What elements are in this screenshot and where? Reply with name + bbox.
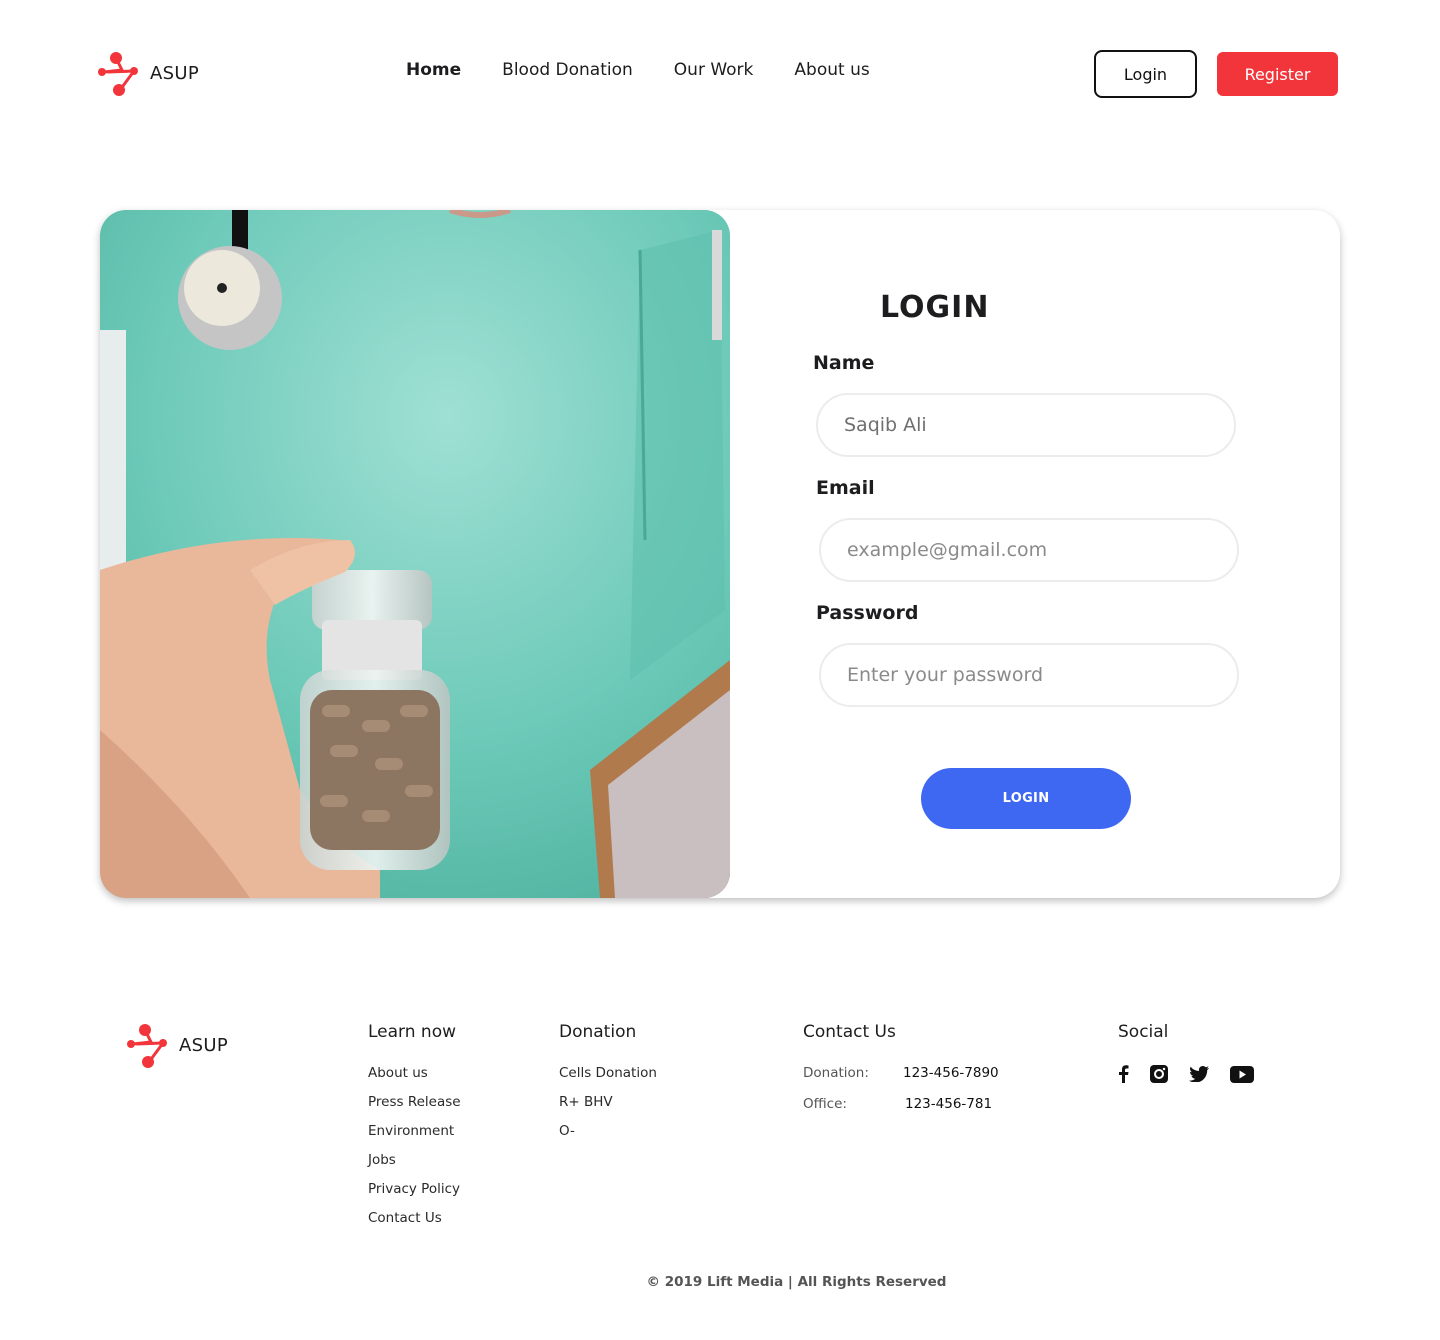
name-input[interactable] <box>816 393 1236 457</box>
password-label: Password <box>816 602 919 624</box>
contact-phone[interactable]: 123-456-781 <box>905 1096 992 1112</box>
password-input[interactable] <box>819 643 1239 707</box>
brand-name: ASUP <box>150 62 199 84</box>
contact-row-office: Office: 123-456-781 <box>803 1096 999 1112</box>
nav-item-our-work[interactable]: Our Work <box>674 60 754 80</box>
footer-link-r-plus-bhv[interactable]: R+ BHV <box>559 1094 657 1110</box>
youtube-icon[interactable] <box>1230 1065 1254 1083</box>
name-label: Name <box>813 352 875 374</box>
footer-social-column: Social <box>1118 1022 1275 1083</box>
login-submit-button[interactable]: LOGIN <box>921 768 1131 829</box>
footer-contact-column: Contact Us Donation: 123-456-7890 Office… <box>803 1022 999 1127</box>
nav-item-home[interactable]: Home <box>406 60 461 80</box>
footer-social-heading: Social <box>1118 1022 1169 1042</box>
social-icons <box>1118 1065 1275 1083</box>
contact-label: Donation: <box>803 1065 869 1081</box>
copyright-text: © 2019 Lift Media | All Rights Reserved <box>646 1274 947 1290</box>
twitter-icon[interactable] <box>1189 1066 1209 1082</box>
footer-donation-heading: Donation <box>559 1022 637 1042</box>
main-nav: Home Blood Donation Our Work About us <box>406 60 911 80</box>
footer-link-contact-us[interactable]: Contact Us <box>368 1210 461 1226</box>
footer-learn-column: Learn now About us Press Release Environ… <box>368 1022 461 1239</box>
footer-link-o-minus[interactable]: O- <box>559 1123 657 1139</box>
email-input[interactable] <box>819 518 1239 582</box>
contact-label: Office: <box>803 1096 847 1112</box>
footer-brand-name: ASUP <box>179 1034 228 1056</box>
nav-item-about-us[interactable]: About us <box>794 60 869 80</box>
header-login-button[interactable]: Login <box>1094 50 1197 98</box>
footer-link-about-us[interactable]: About us <box>368 1065 461 1081</box>
nav-item-blood-donation[interactable]: Blood Donation <box>502 60 633 80</box>
header-logo[interactable]: ASUP <box>98 50 199 96</box>
footer-link-cells-donation[interactable]: Cells Donation <box>559 1065 657 1081</box>
footer-donation-column: Donation Cells Donation R+ BHV O- <box>559 1022 657 1152</box>
contact-row-donation: Donation: 123-456-7890 <box>803 1065 999 1081</box>
asup-logo-icon <box>127 1024 167 1068</box>
footer-link-jobs[interactable]: Jobs <box>368 1152 461 1168</box>
instagram-icon[interactable] <box>1150 1065 1168 1083</box>
footer-contact-heading: Contact Us <box>803 1022 896 1042</box>
contact-phone[interactable]: 123-456-7890 <box>903 1065 999 1081</box>
login-title: LOGIN <box>880 290 990 325</box>
footer-logo[interactable]: ASUP <box>127 1022 228 1068</box>
facebook-icon[interactable] <box>1118 1065 1129 1083</box>
footer-link-press-release[interactable]: Press Release <box>368 1094 461 1110</box>
footer-link-environment[interactable]: Environment <box>368 1123 461 1139</box>
header-register-button[interactable]: Register <box>1217 52 1338 96</box>
doctor-holding-pill-jar-image <box>100 210 730 898</box>
asup-logo-icon <box>98 52 138 96</box>
footer-link-privacy-policy[interactable]: Privacy Policy <box>368 1181 461 1197</box>
email-label: Email <box>816 477 875 499</box>
footer-learn-heading: Learn now <box>368 1022 456 1042</box>
